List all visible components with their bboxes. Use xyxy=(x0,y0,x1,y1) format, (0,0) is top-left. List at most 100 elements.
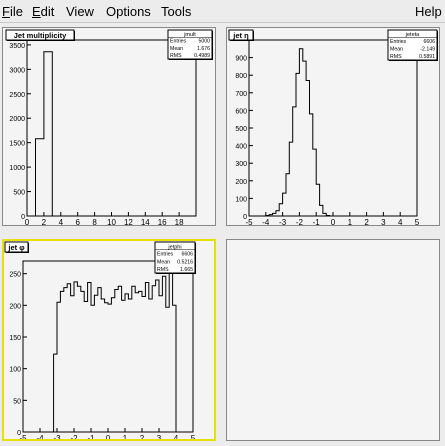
stats-box: jetetaEntries 6606 Mean -2.149 RMS 0.5891 xyxy=(387,29,438,61)
stats-label: Mean xyxy=(390,47,403,53)
stats-name: jmult xyxy=(183,32,196,38)
pad-title: jet η xyxy=(228,29,254,41)
stats-label: Entries xyxy=(157,252,174,258)
y-tick-label: 2000 xyxy=(9,116,25,123)
x-tick-label: -3 xyxy=(279,218,287,225)
stats-value: 0.5216 xyxy=(177,259,193,265)
stats-value: 0.5891 xyxy=(419,54,435,60)
y-tick-label: 700 xyxy=(235,91,247,98)
histogram-jeteta: -5 -4 -3 -2 -1 0 1 2 3 4 5010020030040050060070080… xyxy=(228,29,438,225)
y-tick-label: 0 xyxy=(17,430,21,437)
x-tick-label: 0 xyxy=(331,218,336,225)
histogram-jmult: 0 2 4 6 8 10 12 14 16 18 0 500 1000 1500 2000 2500 3000 3… xyxy=(5,29,213,225)
y-tick-label: 250 xyxy=(9,272,21,279)
pad-jet-eta[interactable]: -5 -4 -3 -2 -1 0 1 2 3 4 5 0 100 200 300 400 500 600 700 80… xyxy=(226,27,440,226)
x-tick-label: 18 xyxy=(175,218,184,225)
stats-label: Mean xyxy=(157,259,170,265)
y-tick-label: 200 xyxy=(235,179,247,186)
x-tick-label: 1 xyxy=(348,218,353,225)
x-tick-label: 14 xyxy=(141,218,150,225)
menu-file[interactable]: File xyxy=(2,4,23,19)
x-tick-label: -4 xyxy=(262,218,270,225)
y-tick-label: 0 xyxy=(243,214,247,221)
canvas-area: 0 2 4 6 8 10 12 14 16 18 0 500 1000 1500 2000 2500 3000 3… xyxy=(0,23,445,446)
y-tick-label: 500 xyxy=(235,126,247,133)
y-tick-label: 100 xyxy=(235,196,247,203)
stats-value: 6606 xyxy=(423,39,435,45)
x-tick-label: 2 xyxy=(42,218,47,225)
stats-value: 1.676 xyxy=(197,46,210,52)
menu-view[interactable]: View xyxy=(66,4,94,19)
y-tick-label: 3500 xyxy=(9,43,25,50)
x-tick-label: 1 xyxy=(123,434,128,439)
histogram-jetphi: -5 -4 -3 -2 -1 0 1 2 3 4 5050100150200250jet φ jetp… xyxy=(4,241,196,439)
x-tick-label: -1 xyxy=(313,218,321,225)
plot-frame xyxy=(248,39,418,217)
menu-bar: File Edit View Options Tools Help xyxy=(0,0,445,23)
y-tick-label: 300 xyxy=(235,161,247,168)
x-tick-label: 5 xyxy=(191,434,196,439)
pad-title: Jet multiplicity xyxy=(5,29,75,41)
x-tick-label: 10 xyxy=(107,218,116,225)
menu-edit[interactable]: Edit xyxy=(32,4,54,19)
y-tick-label: 400 xyxy=(235,144,247,151)
plot-frame xyxy=(22,260,194,433)
x-tick-label: 16 xyxy=(158,218,167,225)
histogram-line xyxy=(53,266,177,432)
pad-title-text: jet η xyxy=(232,31,249,40)
y-tick-label: 500 xyxy=(13,190,25,197)
x-tick-label: 0 xyxy=(25,218,30,225)
x-tick-label: 3 xyxy=(157,434,162,439)
menu-options[interactable]: Options xyxy=(106,4,151,19)
x-tick-label: -2 xyxy=(70,434,78,439)
stats-value: 5000 xyxy=(198,39,210,45)
x-tick-label: 12 xyxy=(124,218,133,225)
stats-label: RMS xyxy=(170,53,182,59)
pad-title-text: jet φ xyxy=(7,243,25,252)
stats-name: jetphi xyxy=(167,244,181,250)
stats-name: jeteta xyxy=(405,32,420,38)
x-tick-label: -1 xyxy=(87,434,95,439)
histogram-line xyxy=(35,51,53,216)
y-tick-label: 100 xyxy=(9,367,21,374)
pad-jet-multiplicity[interactable]: 0 2 4 6 8 10 12 14 16 18 0 500 1000 1500 2000 2500 3000 3… xyxy=(2,27,216,226)
menu-help[interactable]: Help xyxy=(415,4,442,19)
histogram-line xyxy=(265,48,331,216)
x-tick-label: 3 xyxy=(381,218,386,225)
x-tick-label: 8 xyxy=(92,218,97,225)
x-tick-label: 0 xyxy=(106,434,111,439)
stats-value: 0.4989 xyxy=(194,53,210,59)
y-tick-label: 600 xyxy=(235,108,247,115)
stats-label: Entries xyxy=(390,39,407,45)
stats-box: jmultEntries 5000 Mean 1.676 RMS 0.4989 xyxy=(167,29,213,60)
x-tick-label: 4 xyxy=(174,434,179,439)
stats-value: 1.665 xyxy=(180,267,193,273)
y-tick-label: 3000 xyxy=(9,67,25,74)
stats-value: 6606 xyxy=(181,252,193,258)
x-tick-label: -2 xyxy=(296,218,304,225)
y-tick-label: 150 xyxy=(9,335,21,342)
stats-label: RMS xyxy=(390,54,402,60)
y-tick-label: 0 xyxy=(21,214,25,221)
stats-value: -2.149 xyxy=(420,47,435,53)
stats-label: Entries xyxy=(170,39,187,45)
x-tick-label: 2 xyxy=(364,218,369,225)
stats-label: RMS xyxy=(157,267,169,273)
y-tick-label: 200 xyxy=(9,303,21,310)
pad-empty[interactable] xyxy=(226,239,440,441)
y-tick-label: 800 xyxy=(235,73,247,80)
y-tick-label: 1000 xyxy=(9,165,25,172)
x-tick-label: 4 xyxy=(59,218,64,225)
x-tick-label: 5 xyxy=(415,218,420,225)
y-tick-label: 1500 xyxy=(9,141,25,148)
y-tick-label: 900 xyxy=(235,56,247,63)
pad-jet-phi[interactable]: -5 -4 -3 -2 -1 0 1 2 3 4 5 0 50 100 150 200 250 jet φ jetp… xyxy=(2,239,216,441)
x-tick-label: 6 xyxy=(75,218,80,225)
x-tick-label: 4 xyxy=(398,218,403,225)
x-tick-label: 2 xyxy=(140,434,145,439)
x-tick-label: -3 xyxy=(53,434,61,439)
pad-title: jet φ xyxy=(4,241,29,253)
menu-tools[interactable]: Tools xyxy=(161,4,191,19)
stats-box: jetphi Entries 6606 Mean 0.5216 RMS 1.665 xyxy=(154,241,196,274)
x-tick-label: -4 xyxy=(36,434,44,439)
